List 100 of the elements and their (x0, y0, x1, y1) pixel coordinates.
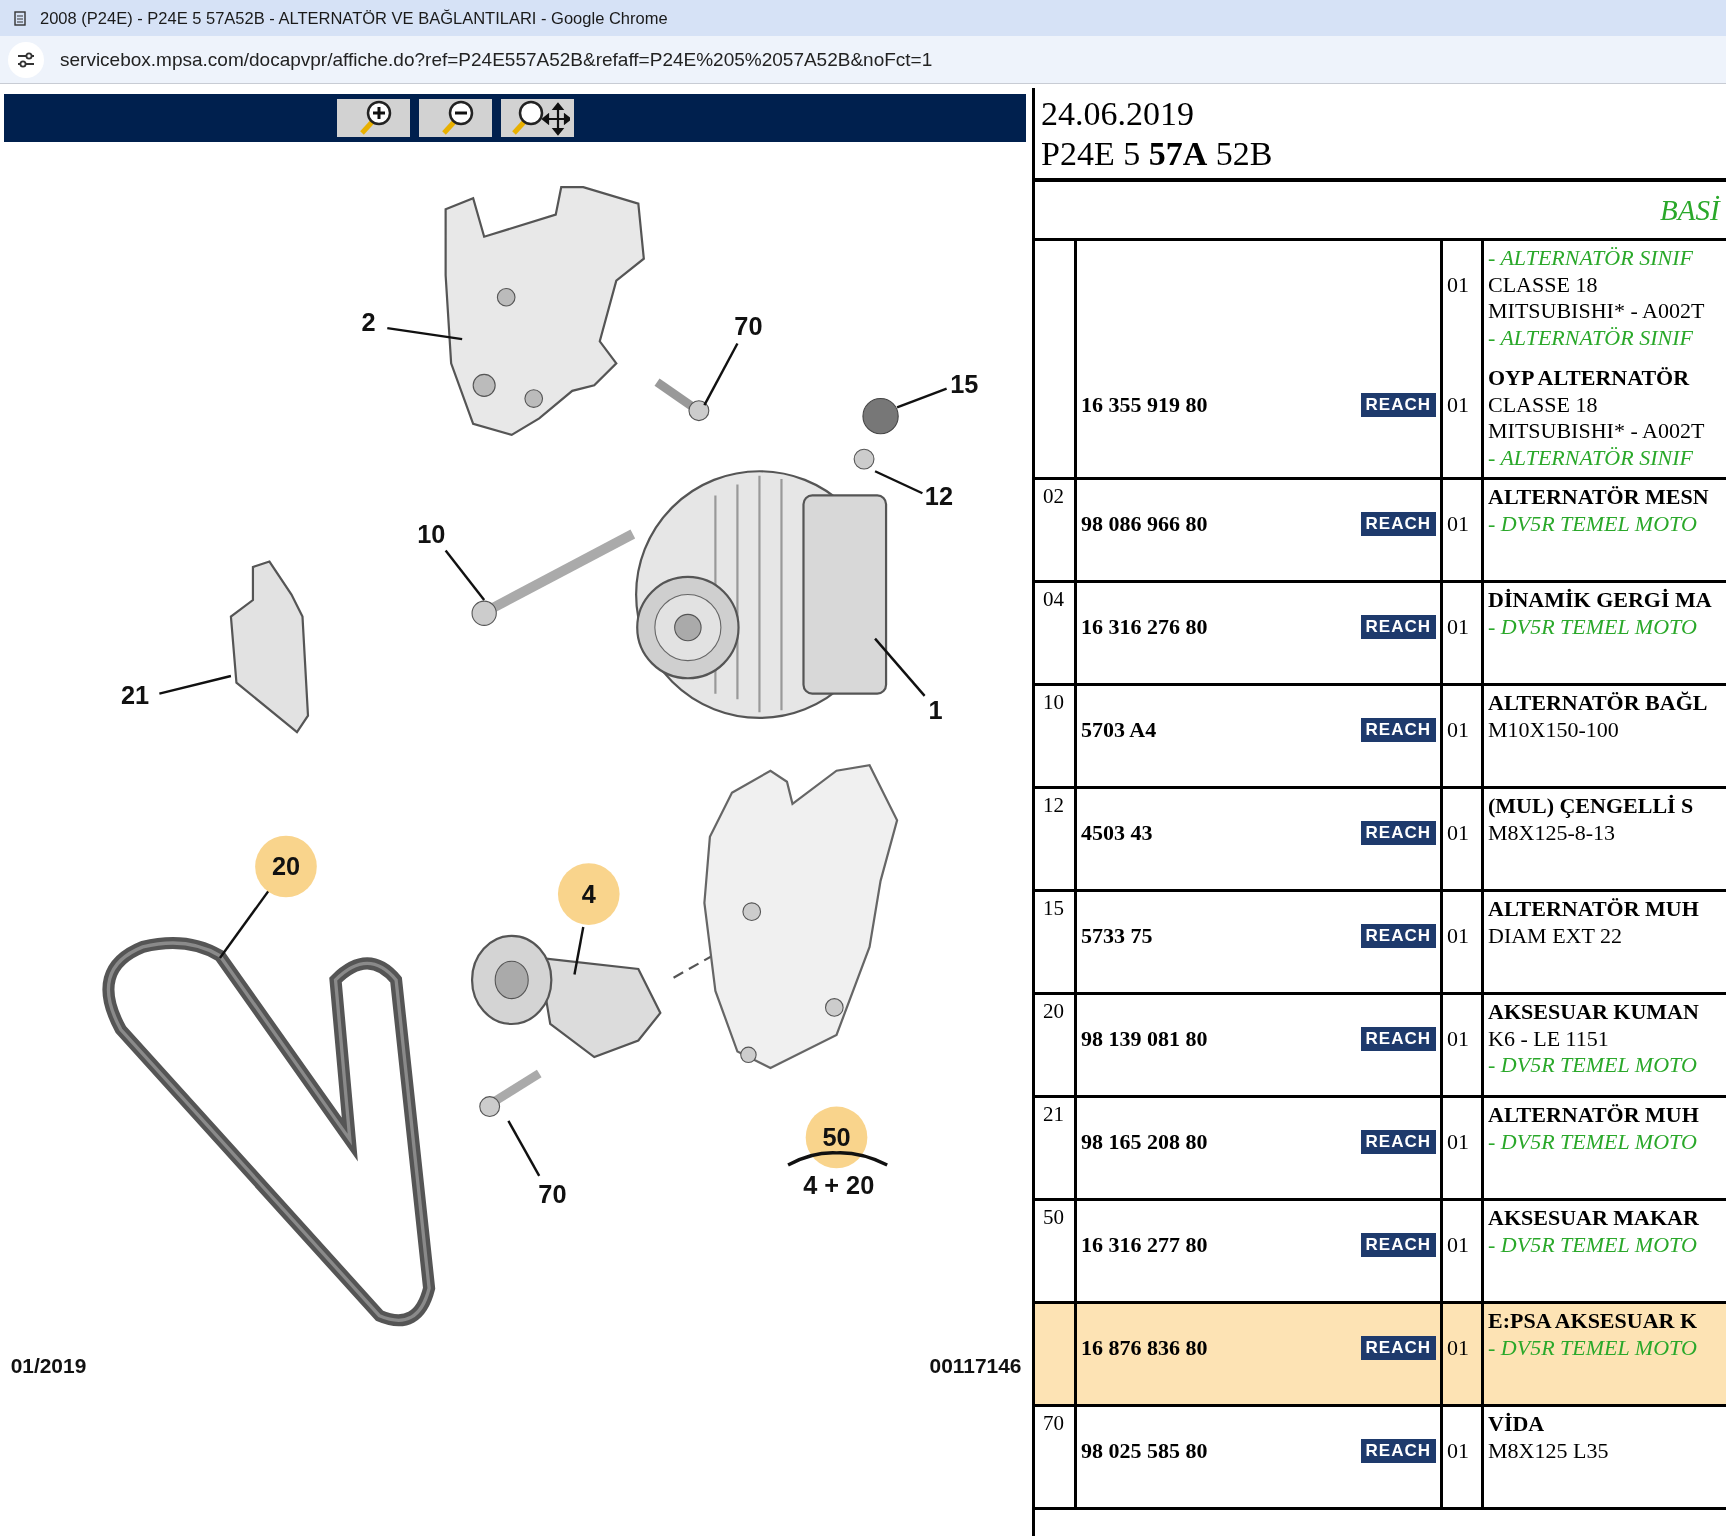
description-line: - DV5R TEMEL MOTO (1488, 510, 1697, 537)
reach-badge[interactable]: REACH (1360, 717, 1436, 742)
part-number[interactable]: 4503 43 (1081, 819, 1153, 846)
table-row[interactable]: 02 98 086 966 80 REACH 01 ALTERNATÖR MESN - DV5R TEMEL MOTO (1035, 480, 1726, 583)
description-line: M8X125 L35 (1488, 1437, 1609, 1464)
nut-drawing (862, 398, 899, 435)
part-number[interactable]: 16 316 276 80 (1081, 613, 1208, 640)
table-row[interactable]: 16 355 919 80 REACH 01 01 - ALTERNATÖR SINIF CLASSE 18 MITSUBISHI* - A002T - ALTERNATÖR SINIF OYP ALTERNATÖR CLASSE 18 MITSUBISHI* - A002T - ALTERNATÖR SINIF (1035, 241, 1726, 480)
description-line: M8X125-8-13 (1488, 819, 1616, 846)
description-line: ALTERNATÖR MUH (1488, 896, 1699, 923)
description-line: CLASSE 18 (1488, 391, 1598, 418)
leader-line (874, 637, 926, 697)
description-line: ALTERNATÖR MESN (1488, 484, 1709, 511)
description-line: - DV5R TEMEL MOTO (1488, 1231, 1697, 1258)
item-number: 02 (1043, 484, 1064, 508)
description-line: K6 - LE 1151 (1488, 1025, 1609, 1052)
leader-line (896, 387, 948, 409)
quantity: 01 (1447, 922, 1469, 949)
leader-line (573, 926, 585, 975)
item-number: 15 (1043, 896, 1064, 920)
reach-badge[interactable]: REACH (1360, 1129, 1436, 1154)
table-row[interactable]: 20 98 139 081 80 REACH 01 AKSESUAR KUMAN K6 - LE 1151 - DV5R TEMEL MOTO (1035, 995, 1726, 1098)
quantity: 01 (1447, 271, 1469, 298)
description-line: DİNAMİK GERGİ MA (1488, 587, 1712, 614)
quantity: 01 (1447, 1025, 1469, 1052)
reach-badge[interactable]: REACH (1360, 820, 1436, 845)
quantity: 01 (1447, 613, 1469, 640)
part-number[interactable]: 16 355 919 80 (1081, 391, 1208, 418)
description-line: ALTERNATÖR BAĞL (1488, 690, 1708, 717)
callout-number: 2 (361, 308, 376, 337)
quantity: 01 (1447, 1231, 1469, 1258)
description-line: VİDA (1488, 1411, 1545, 1438)
quantity: 01 (1447, 510, 1469, 537)
reach-badge[interactable]: REACH (1360, 1026, 1436, 1051)
bolt-drawing (479, 1069, 542, 1118)
description-line: - DV5R TEMEL MOTO (1488, 613, 1697, 640)
quantity: 01 (1447, 819, 1469, 846)
zoom-out-button[interactable] (418, 99, 492, 137)
quantity: 01 (1447, 1437, 1469, 1464)
document-date: 24.06.2019 (1041, 94, 1195, 134)
table-row[interactable]: 04 16 316 276 80 REACH 01 DİNAMİK GERGİ MA - DV5R TEMEL MOTO (1035, 583, 1726, 686)
item-number: 04 (1043, 587, 1064, 611)
drawing-number: 00117146 (929, 1354, 1022, 1378)
reach-badge[interactable]: REACH (1360, 1335, 1436, 1360)
bolt-drawing (654, 378, 710, 422)
description-line: E:PSA AKSESUAR K (1488, 1308, 1698, 1335)
reach-badge[interactable]: REACH (1360, 1232, 1436, 1257)
part-number[interactable]: 5703 A4 (1081, 716, 1157, 743)
description-line: DIAM EXT 22 (1488, 922, 1623, 949)
description-line: - DV5R TEMEL MOTO (1488, 1052, 1697, 1079)
description-line: - ALTERNATÖR SINIF (1488, 324, 1693, 351)
part-number[interactable]: 16 316 277 80 (1081, 1231, 1208, 1258)
part-number[interactable]: 5733 75 (1081, 922, 1153, 949)
callout-number: 70 (538, 1180, 567, 1209)
callout-number: 15 (950, 370, 979, 399)
washer-drawing (853, 448, 875, 470)
zoom-in-button[interactable] (336, 99, 410, 137)
quantity: 01 (1447, 716, 1469, 743)
description-line: M10X150-100 (1488, 716, 1619, 743)
part-number[interactable]: 98 139 081 80 (1081, 1025, 1208, 1052)
callout-number: 10 (417, 519, 446, 548)
description-line: - DV5R TEMEL MOTO (1488, 1128, 1697, 1155)
callout-number: 70 (734, 311, 763, 340)
item-number: 12 (1043, 793, 1064, 817)
quantity: 01 (1447, 391, 1469, 418)
description-line: ALTERNATÖR MUH (1488, 1102, 1699, 1129)
table-row[interactable]: 21 98 165 208 80 REACH 01 ALTERNATÖR MUH - DV5R TEMEL MOTO (1035, 1098, 1726, 1201)
quantity: 01 (1447, 1334, 1469, 1361)
reach-badge[interactable]: REACH (1360, 392, 1436, 417)
callout-number: 21 (121, 680, 150, 709)
page-icon (14, 10, 26, 26)
site-settings-icon[interactable] (8, 41, 44, 78)
part-number[interactable]: 98 165 208 80 (1081, 1128, 1208, 1155)
table-row[interactable]: 16 876 836 80 REACH 01 E:PSA AKSESUAR K - DV5R TEMEL MOTO (1035, 1304, 1726, 1407)
description-line: MITSUBISHI* - A002T (1488, 418, 1705, 445)
reach-badge[interactable]: REACH (1360, 1438, 1436, 1463)
leader-line (703, 342, 739, 406)
part-number[interactable]: 16 876 836 80 (1081, 1334, 1208, 1361)
description-line: - ALTERNATÖR SINIF (1488, 444, 1693, 471)
part-number[interactable]: 98 025 585 80 (1081, 1437, 1208, 1464)
table-row[interactable]: 70 98 025 585 80 REACH 01 VİDA M8X125 L35 (1035, 1407, 1726, 1510)
reach-badge[interactable]: REACH (1360, 614, 1436, 639)
reach-badge[interactable]: REACH (1360, 511, 1436, 536)
description-line: CLASSE 18 (1488, 271, 1598, 298)
description-line: - ALTERNATÖR SINIF (1488, 245, 1693, 272)
item-number: 20 (1043, 999, 1064, 1023)
description-line: AKSESUAR KUMAN (1488, 999, 1699, 1026)
window-title: 2008 (P24E) - P24E 5 57A52B - ALTERNATÖR VE BAĞLANTILARI - Google Chrome (40, 8, 668, 28)
diagram-date: 01/2019 (10, 1354, 87, 1378)
table-row[interactable]: 15 5733 75 REACH 01 ALTERNATÖR MUH DIAM EXT 22 (1035, 892, 1726, 995)
table-row[interactable]: 12 4503 43 REACH 01 (MUL) ÇENGELLİ S M8X125-8-13 (1035, 789, 1726, 892)
item-number: 70 (1043, 1411, 1064, 1435)
table-row[interactable]: 10 5703 A4 REACH 01 ALTERNATÖR BAĞL M10X150-100 (1035, 686, 1726, 789)
zoom-pan-button[interactable] (500, 99, 574, 137)
part-number[interactable]: 98 086 966 80 (1081, 510, 1208, 537)
description-line: OYP ALTERNATÖR (1488, 365, 1690, 392)
callout-number: 20 (255, 835, 317, 898)
reach-badge[interactable]: REACH (1360, 923, 1436, 948)
leader-line (444, 549, 486, 601)
callout-number: 50 (805, 1106, 868, 1169)
